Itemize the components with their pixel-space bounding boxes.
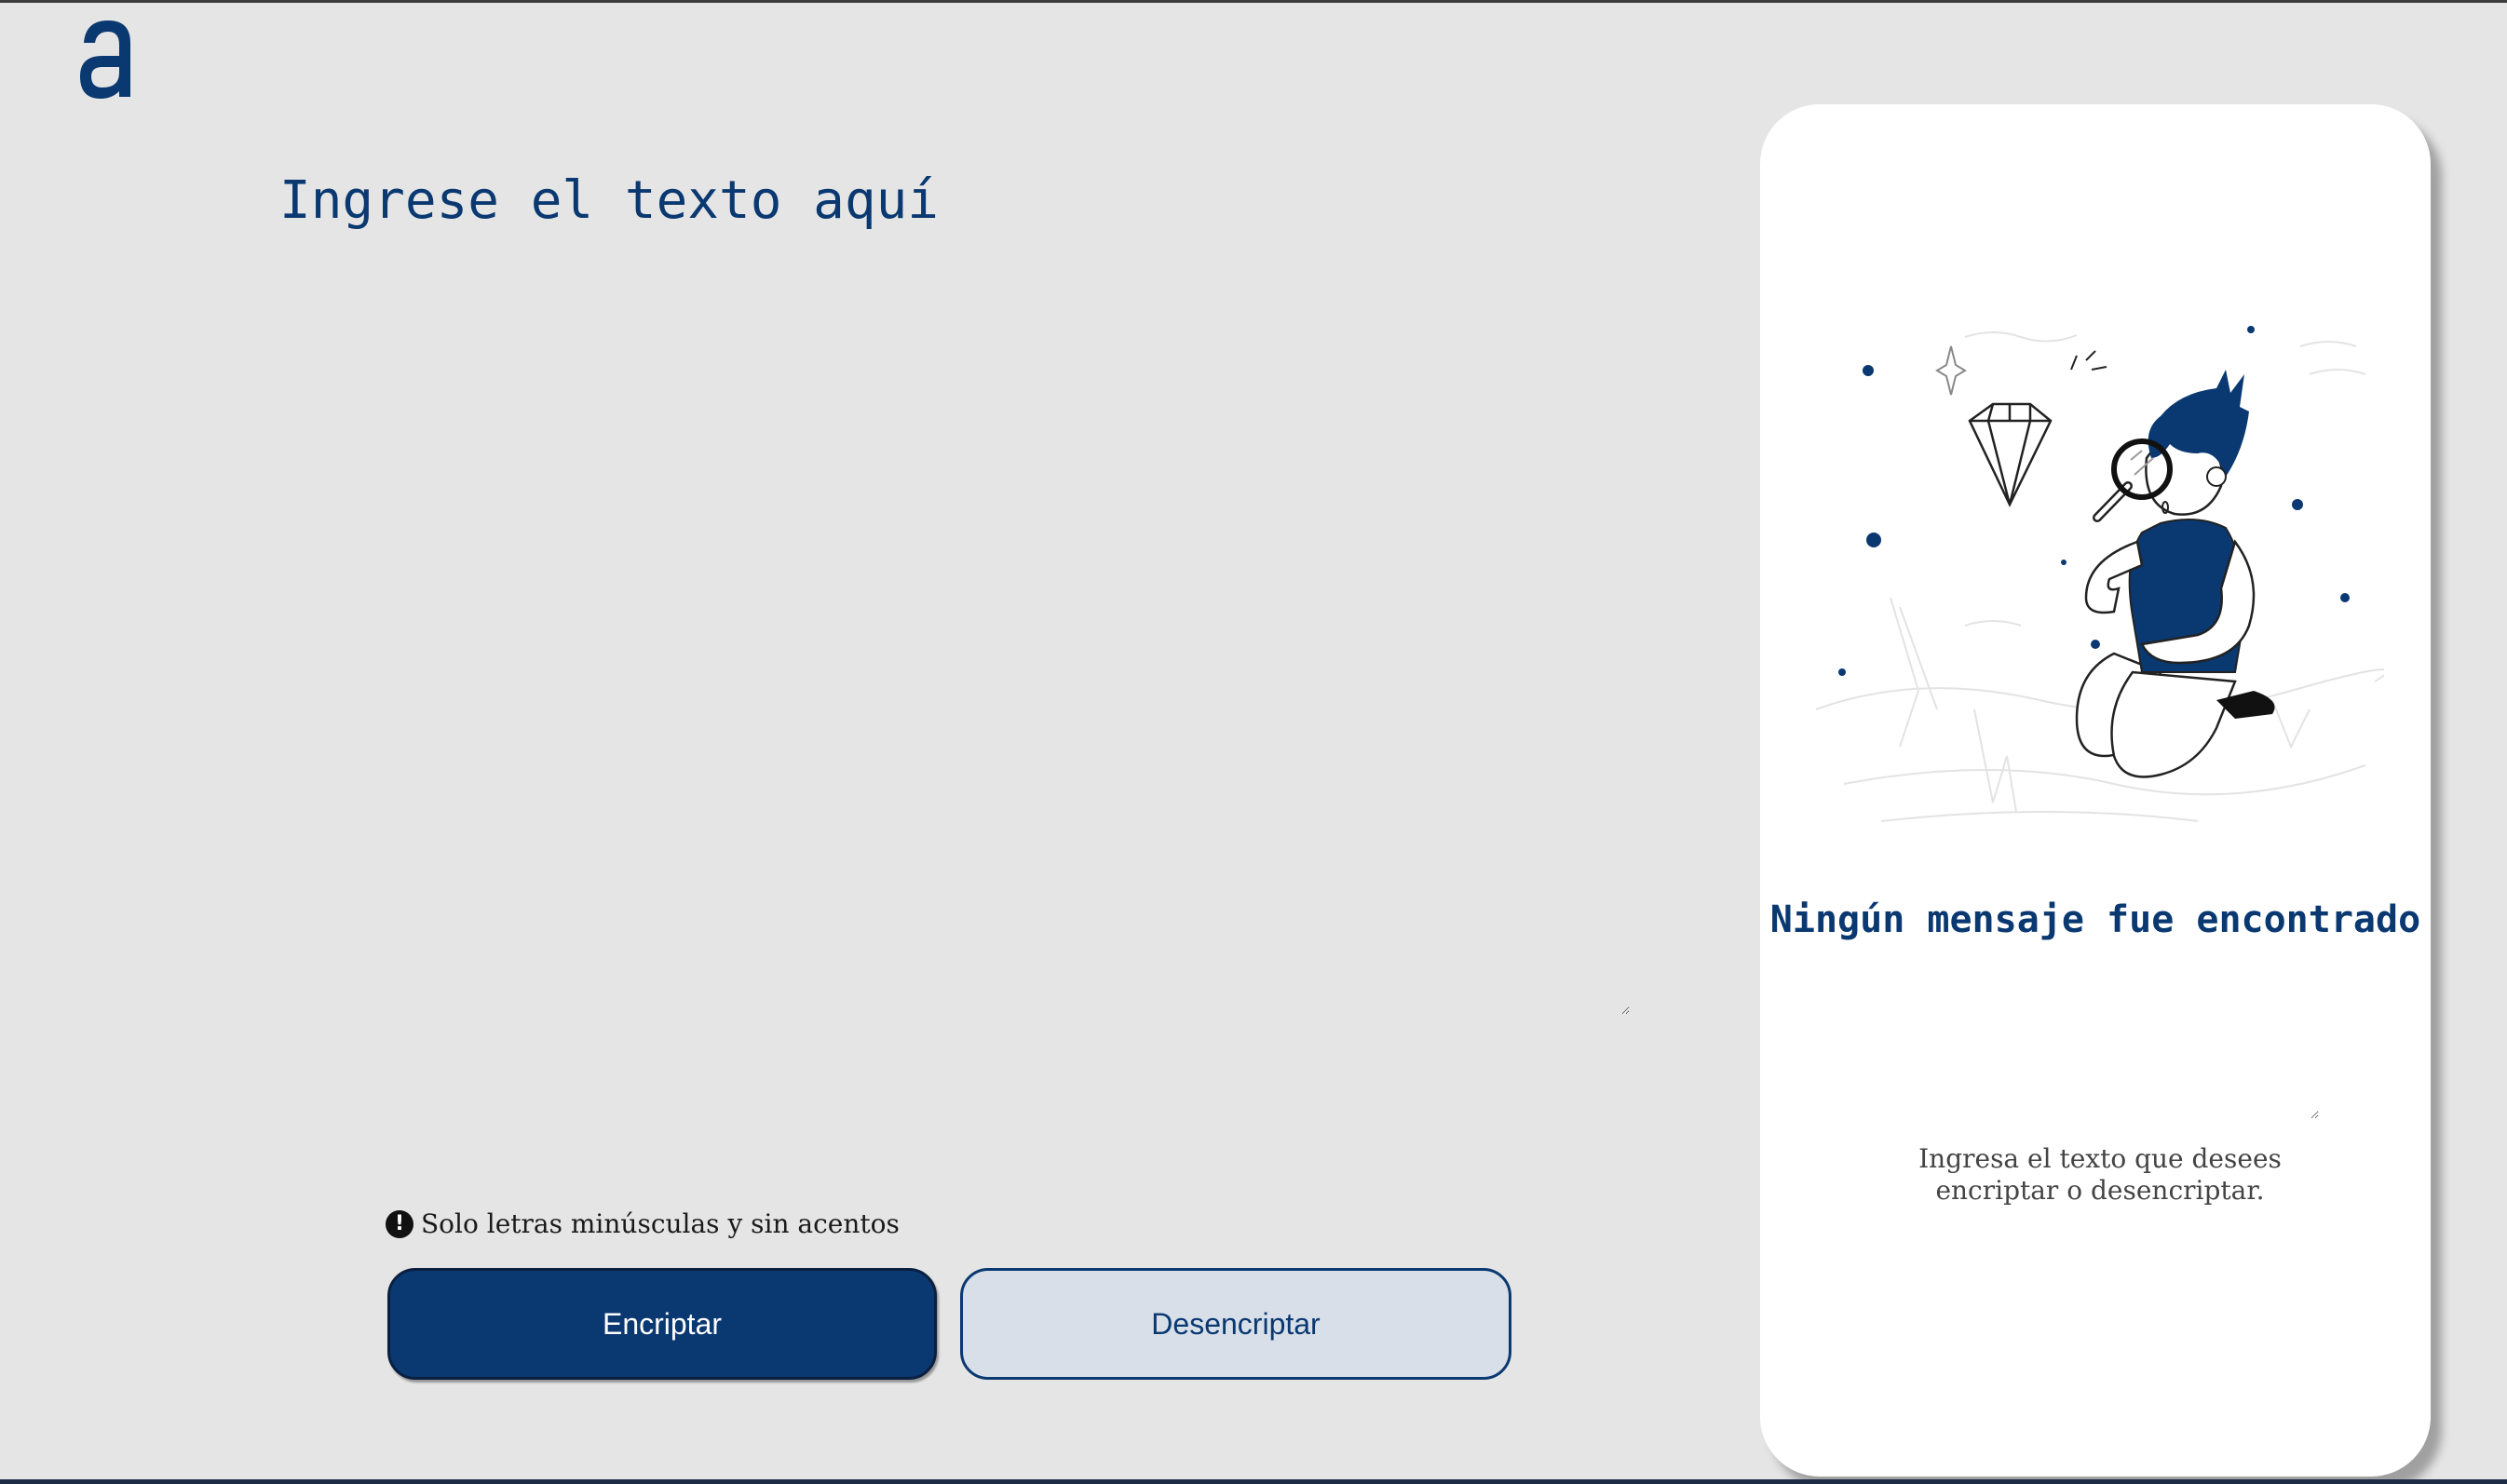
exclamation-circle-icon: ! <box>386 1209 413 1238</box>
output-text-area[interactable] <box>1872 1035 2319 1119</box>
person-with-magnifying-glass-illustration <box>1815 326 2384 822</box>
encrypt-button[interactable]: Encriptar <box>387 1268 937 1380</box>
window-bottom-border <box>0 1479 2507 1484</box>
input-hint: ! Solo letras minúsculas y sin acentos <box>386 1208 900 1239</box>
output-panel: Ningún mensaje fue encontrado Ingresa el… <box>1760 104 2431 1477</box>
panel-title: Ningún mensaje fue encontrado <box>1769 898 2421 941</box>
text-input[interactable] <box>279 168 1630 1015</box>
hint-text: Solo letras minúsculas y sin acentos <box>421 1208 900 1239</box>
panel-description: Ingresa el texto que desees encriptar o … <box>1918 1143 2282 1206</box>
window-top-border <box>0 0 2507 3</box>
decrypt-button[interactable]: Desencriptar <box>960 1268 1511 1380</box>
alura-logo-icon <box>80 20 130 99</box>
